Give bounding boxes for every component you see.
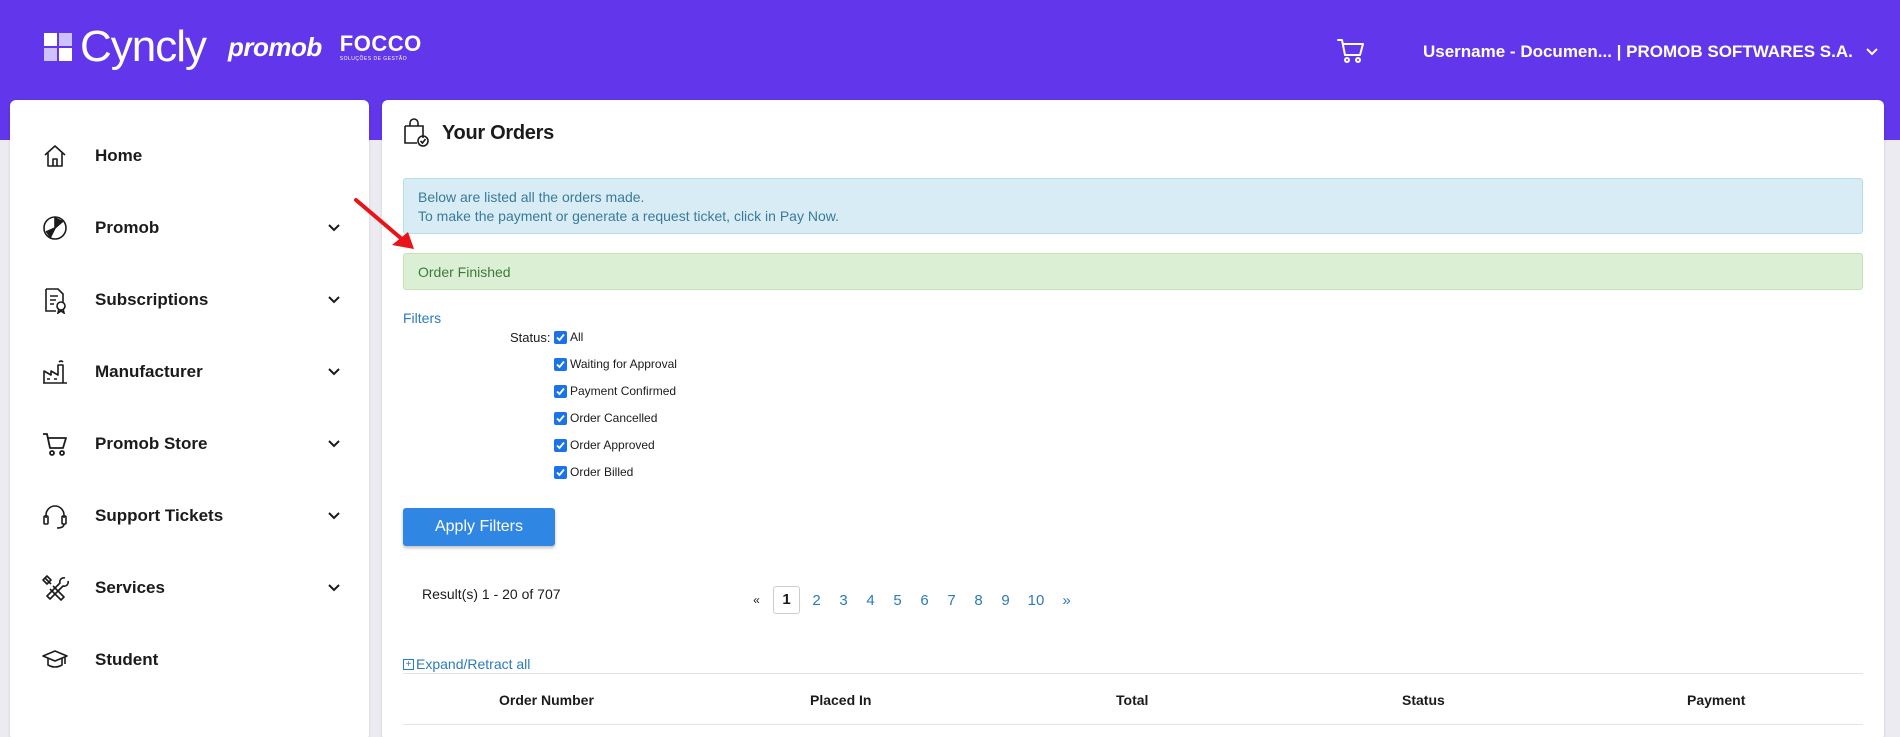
status-option-label: Order Approved (570, 438, 655, 452)
checkbox-checked-icon[interactable] (554, 330, 567, 344)
sidebar-item-services[interactable]: Services (10, 568, 369, 608)
sidebar-item-promob-store[interactable]: Promob Store (10, 424, 369, 464)
results-count: Result(s) 1 - 20 of 707 (422, 586, 561, 602)
filters-link[interactable]: Filters (403, 310, 441, 326)
pagination-page[interactable]: 8 (965, 592, 992, 609)
chevron-down-icon (328, 224, 340, 232)
chevron-down-icon (328, 584, 340, 592)
sidebar-item-label: Home (95, 146, 143, 165)
success-alert: Order Finished (403, 253, 1863, 290)
info-alert: Below are listed all the orders made. To… (403, 178, 1863, 234)
expand-retract-label: Expand/Retract all (416, 656, 531, 672)
chevron-down-icon (328, 296, 340, 304)
subscriptions-icon (40, 285, 70, 315)
sidebar-item-label: Services (95, 578, 165, 597)
status-option-order-approved[interactable]: Order Approved (554, 438, 655, 452)
cyncly-logo-text: Cyncly (80, 22, 207, 71)
pagination-next[interactable]: » (1053, 592, 1080, 609)
tools-icon (40, 573, 70, 603)
chevron-down-icon (328, 440, 340, 448)
expand-plus-icon: + (403, 658, 414, 670)
status-option-waiting-for-approval[interactable]: Waiting for Approval (554, 357, 677, 371)
checkbox-checked-icon[interactable] (554, 357, 567, 371)
sidebar-item-label: Promob Store (95, 434, 208, 453)
pagination-page[interactable]: 10 (1019, 592, 1053, 609)
status-option-order-billed[interactable]: Order Billed (554, 465, 633, 479)
status-option-all[interactable]: All (554, 330, 583, 344)
cart-icon[interactable] (1336, 37, 1366, 65)
sidebar-item-label: Subscriptions (95, 290, 209, 309)
focco-logo-text: FOCCO (339, 30, 422, 56)
factory-icon (40, 357, 70, 387)
column-header-status[interactable]: Status (1402, 692, 1445, 708)
sidebar: Home Promob Subscriptions Manufacturer P… (10, 100, 369, 737)
info-alert-line: To make the payment or generate a reques… (418, 208, 839, 224)
chevron-down-icon (328, 512, 340, 520)
sidebar-item-label: Support Tickets (95, 506, 224, 525)
page-title: Your Orders (442, 121, 554, 144)
sidebar-item-home[interactable]: Home (10, 136, 369, 176)
user-account-label: Username - Documen... | PROMOB SOFTWARES… (1423, 42, 1853, 61)
column-header-total[interactable]: Total (1116, 692, 1148, 708)
page-header: Your Orders (402, 118, 554, 148)
pagination-page-current[interactable]: 1 (773, 586, 800, 614)
column-header-payment[interactable]: Payment (1687, 692, 1745, 708)
orders-bag-check-icon (404, 118, 429, 147)
sidebar-item-manufacturer[interactable]: Manufacturer (10, 352, 369, 392)
table-top-divider (403, 673, 1863, 674)
home-icon (40, 141, 70, 171)
status-option-label: All (570, 330, 584, 344)
status-filter-label: Status: (510, 330, 551, 345)
status-option-payment-confirmed[interactable]: Payment Confirmed (554, 384, 676, 398)
graduation-cap-icon (40, 645, 70, 675)
pagination: « 1 2 3 4 5 6 7 8 9 10 » (743, 586, 1080, 614)
pagination-prev[interactable]: « (743, 593, 770, 607)
column-header-placed-in[interactable]: Placed In (810, 692, 871, 708)
info-alert-line: Below are listed all the orders made. (418, 189, 645, 205)
sidebar-item-label: Promob (95, 218, 160, 237)
focco-logo: FOCCO SOLUÇÕES DE GESTÃO (339, 30, 422, 62)
pagination-page[interactable]: 7 (938, 592, 965, 609)
pagination-page[interactable]: 2 (803, 592, 830, 609)
status-option-label: Waiting for Approval (570, 357, 677, 371)
promob-logo-text: promob (228, 31, 322, 62)
checkbox-checked-icon[interactable] (554, 411, 567, 425)
pagination-page[interactable]: 9 (992, 592, 1019, 609)
chevron-down-icon (328, 368, 340, 376)
brand-logos[interactable]: Cyncly promob FOCCO SOLUÇÕES DE GESTÃO (40, 22, 422, 72)
sidebar-item-label: Manufacturer (95, 362, 203, 381)
status-option-order-cancelled[interactable]: Order Cancelled (554, 411, 657, 425)
sidebar-item-label: Student (95, 650, 159, 669)
focco-logo-subtext: SOLUÇÕES DE GESTÃO (339, 55, 408, 62)
promob-icon (40, 213, 70, 243)
user-account-menu[interactable]: Username - Documen... | PROMOB SOFTWARES… (1423, 42, 1879, 62)
column-header-order-number[interactable]: Order Number (499, 692, 594, 708)
sidebar-item-support-tickets[interactable]: Support Tickets (10, 496, 369, 536)
pagination-page[interactable]: 5 (884, 592, 911, 609)
pagination-page[interactable]: 6 (911, 592, 938, 609)
cart-icon (40, 429, 70, 459)
status-option-label: Order Billed (570, 465, 634, 479)
sidebar-item-subscriptions[interactable]: Subscriptions (10, 280, 369, 320)
checkbox-checked-icon[interactable] (554, 438, 567, 452)
chevron-down-icon (1866, 48, 1878, 56)
cyncly-logo-mark-icon (44, 33, 72, 61)
status-option-label: Order Cancelled (570, 411, 658, 425)
annotation-arrow-icon (354, 198, 414, 249)
checkbox-checked-icon[interactable] (554, 465, 567, 479)
sidebar-item-student[interactable]: Student (10, 640, 369, 680)
table-header-divider (403, 724, 1863, 725)
checkbox-checked-icon[interactable] (554, 384, 567, 398)
headset-icon (40, 501, 70, 531)
pagination-page[interactable]: 3 (830, 592, 857, 609)
expand-retract-all-link[interactable]: + Expand/Retract all (403, 656, 530, 672)
pagination-page[interactable]: 4 (857, 592, 884, 609)
status-option-label: Payment Confirmed (570, 384, 677, 398)
orders-panel: Your Orders Below are listed all the ord… (382, 100, 1884, 737)
apply-filters-button[interactable]: Apply Filters (403, 508, 555, 546)
sidebar-item-promob[interactable]: Promob (10, 208, 369, 248)
